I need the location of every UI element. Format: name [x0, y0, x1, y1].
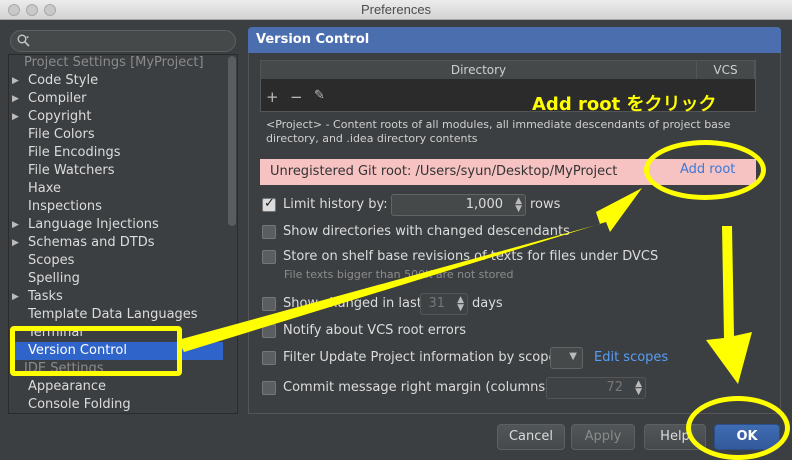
annotation-label: Add root をクリック	[532, 94, 717, 115]
show-changed-checkbox[interactable]	[262, 297, 276, 311]
filter-update-label: Filter Update Project information by sco…	[283, 350, 557, 365]
tree-item-haxe[interactable]: Haxe	[10, 180, 223, 198]
tree-item-label: Project Settings [MyProject]	[24, 55, 204, 70]
tree-item-label: File Colors	[28, 127, 95, 142]
show-changed-label: Show changed in last	[283, 296, 422, 311]
tree-item-label: Tasks	[28, 289, 63, 304]
tree-item-spelling[interactable]: Spelling	[10, 270, 223, 288]
spinner-arrows-icon[interactable]: ▲ ▼	[515, 197, 522, 214]
tree-item-label: Scopes	[28, 253, 75, 268]
commit-margin-value: 72	[606, 380, 623, 395]
tree-item-label: Language Injections	[28, 217, 159, 232]
window-title: Preferences	[360, 2, 432, 17]
tree-item-label: Template Data Languages	[28, 307, 198, 322]
tree-item-inspections[interactable]: Inspections	[10, 198, 223, 216]
spinner-arrows-icon[interactable]: ▲ ▼	[635, 380, 642, 397]
expand-arrow-icon[interactable]: ▶	[12, 90, 19, 108]
tree-item-label: Compiler	[28, 91, 87, 106]
remove-mapping-icon[interactable]: −	[290, 88, 303, 106]
scope-select[interactable]: ▼	[550, 347, 583, 369]
apply-button[interactable]: Apply	[571, 424, 635, 450]
tree-item-file-colors[interactable]: File Colors	[10, 126, 223, 144]
tree-item-label: File Encodings	[28, 145, 121, 160]
tree-item-label: File Watchers	[28, 163, 115, 178]
notify-root-errors-checkbox[interactable]	[262, 324, 276, 338]
tree-item-compiler[interactable]: ▶ Compiler	[10, 90, 223, 108]
edit-scopes-link[interactable]: Edit scopes	[594, 350, 668, 365]
tree-item-label: Spelling	[28, 271, 80, 286]
expand-arrow-icon[interactable]: ▶	[12, 288, 19, 306]
history-limit-value: 1,000	[465, 197, 503, 212]
tree-item-label: Schemas and DTDs	[28, 235, 155, 250]
tree-item-tasks[interactable]: ▶ Tasks	[10, 288, 223, 306]
settings-search-input[interactable]	[10, 30, 236, 52]
search-icon	[17, 34, 30, 47]
tree-item-label: Appearance	[28, 379, 107, 394]
tree-item-label: Code Style	[28, 73, 99, 88]
title-bar: Preferences	[0, 0, 792, 20]
tree-section-project-settings-myproject: Project Settings [MyProject]	[10, 54, 223, 72]
store-shelf-hint: File texts bigger than 500K are not stor…	[284, 268, 514, 281]
expand-arrow-icon[interactable]: ▶	[12, 216, 19, 234]
panel-title: Version Control	[248, 27, 781, 53]
commit-margin-checkbox[interactable]	[262, 381, 276, 395]
tree-item-file-encodings[interactable]: File Encodings	[10, 144, 223, 162]
tree-item-file-watchers[interactable]: File Watchers	[10, 162, 223, 180]
tree-item-label: Copyright	[28, 109, 92, 124]
annotation-circle-add-root	[644, 140, 766, 200]
tree-scrollbar[interactable]	[228, 56, 236, 226]
expand-arrow-icon[interactable]: ▶	[12, 72, 19, 90]
tree-item-appearance[interactable]: Appearance	[10, 378, 223, 396]
column-vcs[interactable]: VCS	[697, 61, 755, 79]
history-rows-suffix: rows	[530, 197, 561, 212]
commit-margin-label: Commit message right margin (columns):	[283, 380, 555, 395]
annotation-circle-ok	[686, 396, 790, 460]
tree-item-console-folding[interactable]: Console Folding	[10, 396, 223, 414]
cancel-button[interactable]: Cancel	[497, 424, 565, 450]
edit-mapping-icon[interactable]: ✎	[314, 88, 325, 103]
tree-item-code-style[interactable]: ▶ Code Style	[10, 72, 223, 90]
store-shelf-checkbox[interactable]	[262, 250, 276, 264]
filter-update-checkbox[interactable]	[262, 351, 276, 365]
tree-item-schemas-and-dtds[interactable]: ▶ Schemas and DTDs	[10, 234, 223, 252]
chevron-down-icon: ▼	[569, 351, 577, 362]
spinner-arrows-icon[interactable]: ▲ ▼	[457, 296, 464, 313]
show-dirs-label: Show directories with changed descendant…	[283, 224, 570, 239]
store-shelf-label: Store on shelf base revisions of texts f…	[283, 249, 659, 264]
add-mapping-icon[interactable]: +	[266, 88, 279, 106]
commit-margin-spinner[interactable]: 72 ▲ ▼	[546, 377, 646, 399]
show-changed-days-spinner[interactable]: 31 ▲ ▼	[420, 293, 468, 315]
notify-root-errors-label: Notify about VCS root errors	[283, 323, 466, 338]
tree-item-label: Inspections	[28, 199, 102, 214]
expand-arrow-icon[interactable]: ▶	[12, 234, 19, 252]
column-directory[interactable]: Directory	[261, 61, 697, 79]
tree-item-label: Haxe	[28, 181, 62, 196]
tree-item-language-injections[interactable]: ▶ Language Injections	[10, 216, 223, 234]
expand-arrow-icon[interactable]: ▶	[12, 108, 19, 126]
history-limit-spinner[interactable]: 1,000 ▲ ▼	[391, 194, 526, 216]
annotation-highlight-version-control	[10, 326, 182, 376]
show-dirs-checkbox[interactable]	[262, 225, 276, 239]
tree-item-scopes[interactable]: Scopes	[10, 252, 223, 270]
tree-item-template-data-languages[interactable]: Template Data Languages	[10, 306, 223, 324]
show-changed-days-suffix: days	[472, 296, 503, 311]
tree-item-label: Console Folding	[28, 397, 131, 412]
limit-history-checkbox[interactable]	[262, 196, 276, 212]
show-changed-days-value: 31	[428, 296, 445, 311]
tree-item-copyright[interactable]: ▶ Copyright	[10, 108, 223, 126]
limit-history-label: Limit history by:	[283, 197, 388, 212]
